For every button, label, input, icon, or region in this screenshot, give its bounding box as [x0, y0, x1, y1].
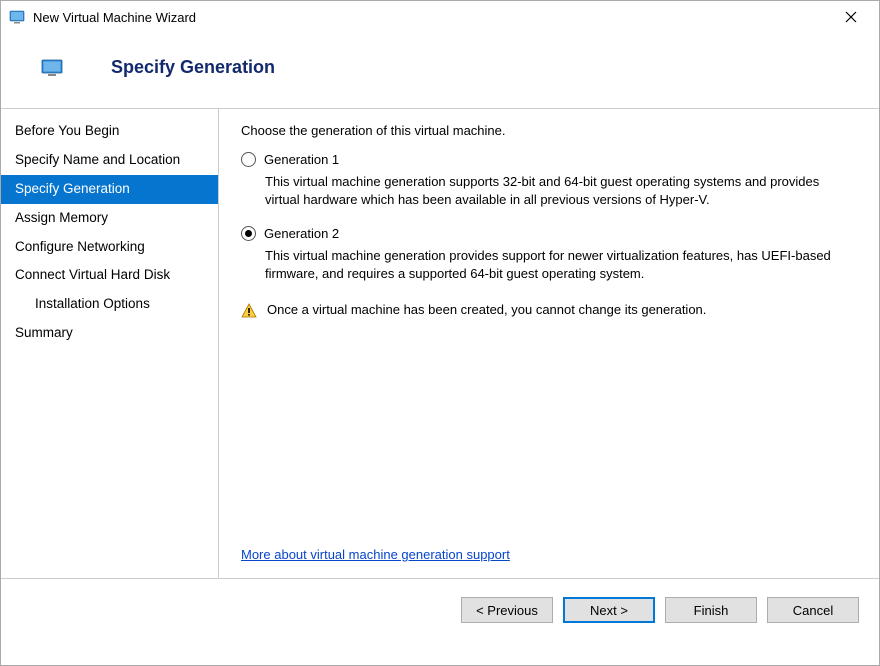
sidebar-item-configure-networking[interactable]: Configure Networking — [1, 233, 218, 262]
option-description: This virtual machine generation supports… — [265, 173, 857, 208]
header-monitor-icon — [41, 59, 63, 77]
sidebar-item-connect-virtual-hard-disk[interactable]: Connect Virtual Hard Disk — [1, 261, 218, 290]
titlebar: New Virtual Machine Wizard — [1, 1, 879, 33]
wizard-main: Choose the generation of this virtual ma… — [219, 109, 879, 578]
warning-text: Once a virtual machine has been created,… — [267, 302, 706, 317]
option-description: This virtual machine generation provides… — [265, 247, 857, 282]
cancel-button[interactable]: Cancel — [767, 597, 859, 623]
sidebar-item-summary[interactable]: Summary — [1, 319, 218, 348]
sidebar-item-installation-options[interactable]: Installation Options — [1, 290, 218, 319]
sidebar-item-assign-memory[interactable]: Assign Memory — [1, 204, 218, 233]
page-title: Specify Generation — [111, 57, 275, 78]
sidebar-item-specify-name-and-location[interactable]: Specify Name and Location — [1, 146, 218, 175]
close-icon — [845, 11, 857, 23]
wizard-footer: < Previous Next > Finish Cancel — [1, 578, 879, 641]
instruction-text: Choose the generation of this virtual ma… — [241, 123, 857, 138]
wizard-body: Before You BeginSpecify Name and Locatio… — [1, 108, 879, 578]
warning-note: Once a virtual machine has been created,… — [241, 302, 857, 319]
option-label[interactable]: Generation 2 — [264, 226, 339, 241]
finish-button[interactable]: Finish — [665, 597, 757, 623]
generation-option-2: Generation 2 This virtual machine generat… — [241, 226, 857, 282]
window-title: New Virtual Machine Wizard — [33, 10, 831, 25]
wizard-header: Specify Generation — [1, 33, 879, 108]
generation-option-1: Generation 1 This virtual machine generat… — [241, 152, 857, 208]
app-icon — [9, 9, 25, 25]
wizard-sidebar: Before You BeginSpecify Name and Locatio… — [1, 109, 219, 578]
radio-generation-1[interactable] — [241, 152, 256, 167]
previous-button[interactable]: < Previous — [461, 597, 553, 623]
option-label[interactable]: Generation 1 — [264, 152, 339, 167]
more-info-link[interactable]: More about virtual machine generation su… — [241, 547, 857, 562]
next-button[interactable]: Next > — [563, 597, 655, 623]
close-button[interactable] — [831, 1, 871, 33]
sidebar-item-before-you-begin[interactable]: Before You Begin — [1, 117, 218, 146]
radio-generation-2[interactable] — [241, 226, 256, 241]
sidebar-item-specify-generation[interactable]: Specify Generation — [1, 175, 218, 204]
warning-icon — [241, 303, 257, 319]
